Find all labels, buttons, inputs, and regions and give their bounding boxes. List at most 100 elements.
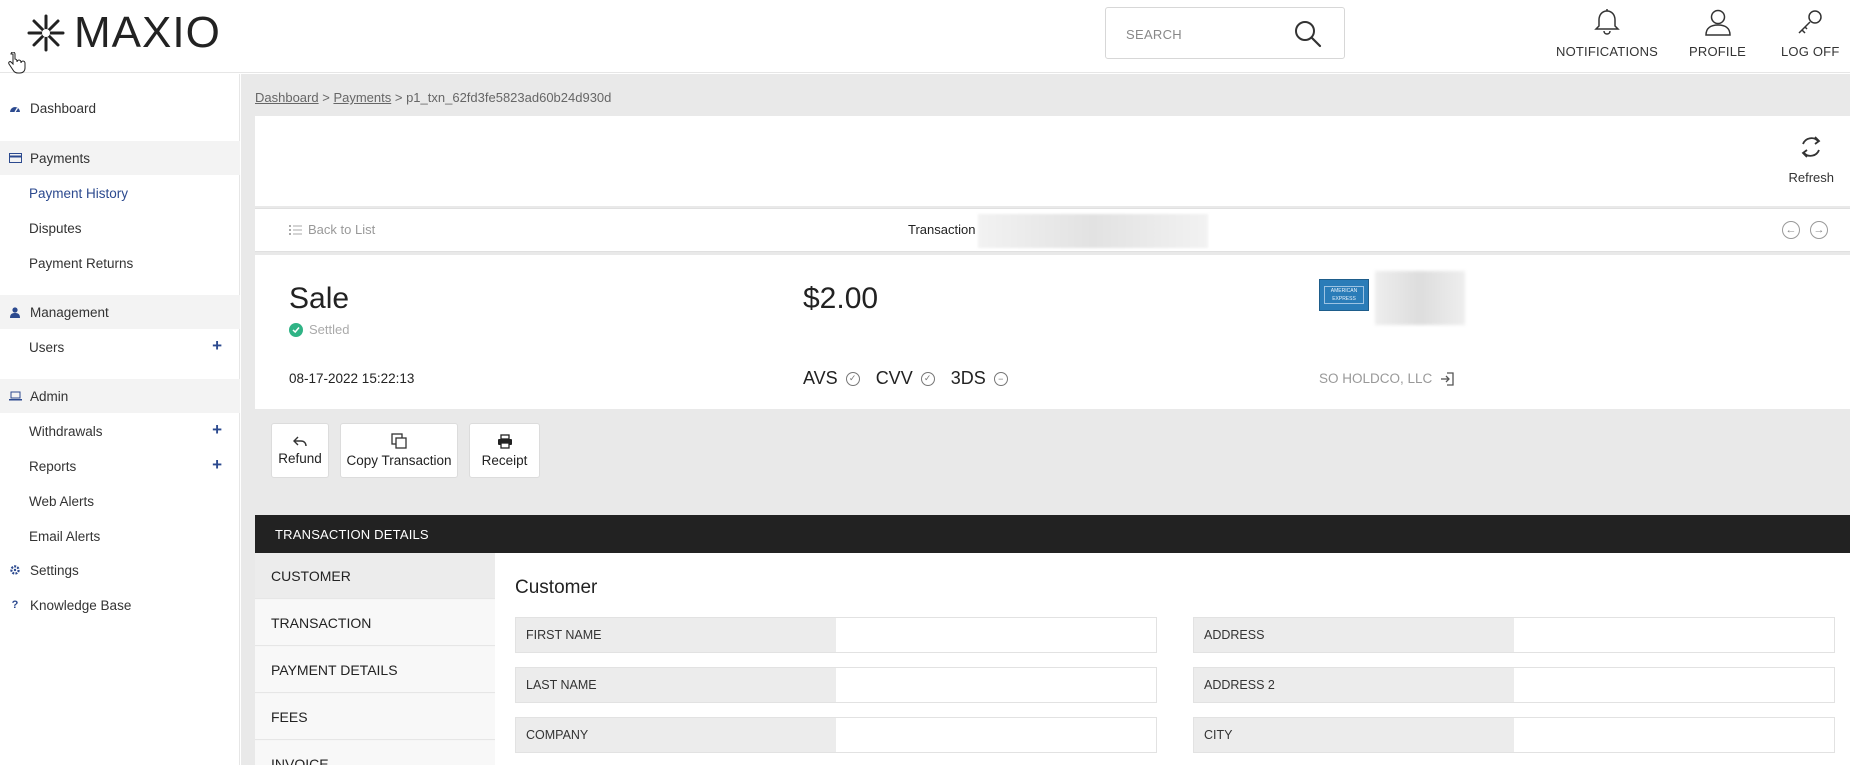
previous-transaction-button[interactable]: ← — [1782, 221, 1800, 239]
breadcrumb-separator: > — [391, 90, 407, 105]
back-to-list-label: Back to List — [308, 222, 376, 237]
person-icon — [8, 306, 22, 318]
cvv-label: CVV — [875, 368, 913, 388]
sidebar-item-users[interactable]: Users + — [0, 330, 240, 364]
amex-card-logo: AMERICAN EXPRESS — [1319, 279, 1369, 311]
sidebar-item-label: Payments — [30, 150, 91, 166]
refund-button[interactable]: Refund — [271, 423, 329, 478]
sidebar-item-web-alerts[interactable]: Web Alerts — [0, 484, 240, 518]
receipt-button[interactable]: Receipt — [469, 423, 540, 478]
transaction-summary: Sale Settled 08-17-2022 15:22:13 $2.00 A… — [255, 255, 1850, 409]
sidebar-item-knowledge-base[interactable]: ? Knowledge Base — [0, 588, 240, 622]
search-icon[interactable] — [1294, 20, 1322, 48]
city-value — [1514, 718, 1834, 752]
add-withdrawal-button[interactable]: + — [212, 420, 222, 440]
sidebar-item-payments[interactable]: Payments — [0, 141, 240, 175]
copy-transaction-label: Copy Transaction — [346, 453, 452, 468]
status-badge: Settled — [289, 322, 349, 337]
gear-icon — [8, 565, 22, 575]
back-to-list-button[interactable]: Back to List — [289, 222, 375, 237]
breadcrumb: Dashboard > Payments > p1_txn_62fd3fe582… — [255, 90, 611, 105]
laptop-icon — [8, 391, 22, 401]
tab-invoice[interactable]: INVOICE — [255, 741, 495, 765]
field-label: ADDRESS — [1194, 618, 1514, 652]
printer-icon — [497, 433, 512, 449]
transaction-type: Sale — [289, 282, 350, 315]
sidebar-item-label: Payment History — [29, 185, 129, 201]
tab-payment-details[interactable]: PAYMENT DETAILS — [255, 647, 495, 693]
amex-logo-text: AMERICAN EXPRESS — [1324, 286, 1364, 304]
merchant-link[interactable]: SO HOLDCO, LLC — [1319, 371, 1454, 386]
logoff-button[interactable]: LOG OFF — [1781, 8, 1839, 59]
sidebar-item-label: Admin — [30, 388, 69, 404]
field-label: ADDRESS 2 — [1194, 668, 1514, 702]
breadcrumb-payments[interactable]: Payments — [333, 90, 391, 105]
profile-label: PROFILE — [1689, 44, 1747, 59]
transaction-amount: $2.00 — [803, 282, 879, 315]
tab-fees[interactable]: FEES — [255, 694, 495, 740]
sidebar-item-email-alerts[interactable]: Email Alerts — [0, 519, 240, 553]
notifications-label: NOTIFICATIONS — [1556, 44, 1659, 59]
add-user-button[interactable]: + — [212, 336, 222, 356]
address-field: ADDRESS — [1193, 617, 1835, 653]
sidebar-item-management[interactable]: Management — [0, 295, 240, 329]
sidebar-item-dashboard[interactable]: Dashboard — [0, 91, 240, 125]
sidebar-item-settings[interactable]: Settings — [0, 553, 240, 587]
verification-checks: AVS ✓ CVV ✓ 3DS − — [803, 368, 1016, 389]
address-2-field: ADDRESS 2 — [1193, 667, 1835, 703]
sidebar-item-payment-history[interactable]: Payment History — [0, 176, 240, 210]
main-content: Dashboard > Payments > p1_txn_62fd3fe582… — [241, 74, 1850, 765]
copy-transaction-button[interactable]: Copy Transaction — [340, 423, 458, 478]
transaction-label: Transaction — [908, 222, 976, 237]
sidebar-item-label: Users — [29, 339, 65, 355]
sidebar-item-label: Disputes — [29, 220, 82, 236]
transaction-id-redacted — [978, 214, 1208, 248]
sidebar-item-label: Email Alerts — [29, 528, 101, 544]
address-value — [1514, 618, 1834, 652]
tab-customer[interactable]: CUSTOMER — [255, 553, 495, 599]
transaction-bar: Back to List Transaction ← → — [255, 208, 1850, 252]
sidebar-item-payment-returns[interactable]: Payment Returns — [0, 246, 240, 280]
merchant-label: SO HOLDCO, LLC — [1319, 371, 1433, 386]
minus-circle-icon: − — [993, 371, 1008, 386]
toolbar-card: Refresh — [255, 116, 1850, 206]
hand-cursor-icon — [8, 52, 26, 74]
check-circle-icon: ✓ — [920, 371, 935, 386]
search-box[interactable]: SEARCH — [1105, 7, 1345, 59]
search-input[interactable]: SEARCH — [1126, 27, 1182, 42]
sidebar-item-label: Management — [30, 304, 109, 320]
user-icon — [1704, 9, 1731, 36]
top-header: MAXIO SEARCH NOTIFICATIONS PROFILE LOG O… — [0, 0, 1850, 74]
sidebar-item-label: Payment Returns — [29, 255, 134, 271]
refresh-button[interactable]: Refresh — [1788, 134, 1834, 185]
sidebar-item-label: Reports — [29, 458, 77, 474]
transaction-date: 08-17-2022 15:22:13 — [289, 371, 415, 386]
tab-label: INVOICE — [271, 755, 329, 765]
key-icon — [1798, 10, 1822, 34]
bell-icon — [1594, 9, 1620, 35]
arrow-left-icon: ← — [1785, 224, 1797, 236]
transaction-details-body: CUSTOMER TRANSACTION PAYMENT DETAILS FEE… — [255, 553, 1850, 765]
breadcrumb-separator: > — [318, 90, 334, 105]
section-title: Customer — [515, 577, 598, 598]
add-report-button[interactable]: + — [212, 455, 222, 475]
profile-button[interactable]: PROFILE — [1689, 8, 1746, 59]
sidebar-item-label: Knowledge Base — [30, 597, 132, 613]
company-field: COMPANY — [515, 717, 1157, 753]
tab-transaction[interactable]: TRANSACTION — [255, 600, 495, 646]
sidebar-item-disputes[interactable]: Disputes — [0, 211, 240, 245]
sidebar-item-admin[interactable]: Admin — [0, 379, 240, 413]
notifications-button[interactable]: NOTIFICATIONS — [1556, 8, 1658, 59]
sidebar-item-label: Withdrawals — [29, 423, 103, 439]
sidebar-item-label: Web Alerts — [29, 493, 95, 509]
check-circle-icon — [289, 322, 303, 337]
sidebar-item-withdrawals[interactable]: Withdrawals + — [0, 414, 240, 448]
maxio-logo[interactable]: MAXIO — [26, 8, 221, 57]
tab-label: PAYMENT DETAILS — [271, 661, 398, 678]
status-label: Settled — [309, 322, 350, 337]
arrow-right-icon: → — [1813, 224, 1825, 236]
sidebar-item-reports[interactable]: Reports + — [0, 449, 240, 483]
next-transaction-button[interactable]: → — [1810, 221, 1828, 239]
breadcrumb-dashboard[interactable]: Dashboard — [255, 90, 319, 105]
tab-label: FEES — [271, 708, 308, 725]
